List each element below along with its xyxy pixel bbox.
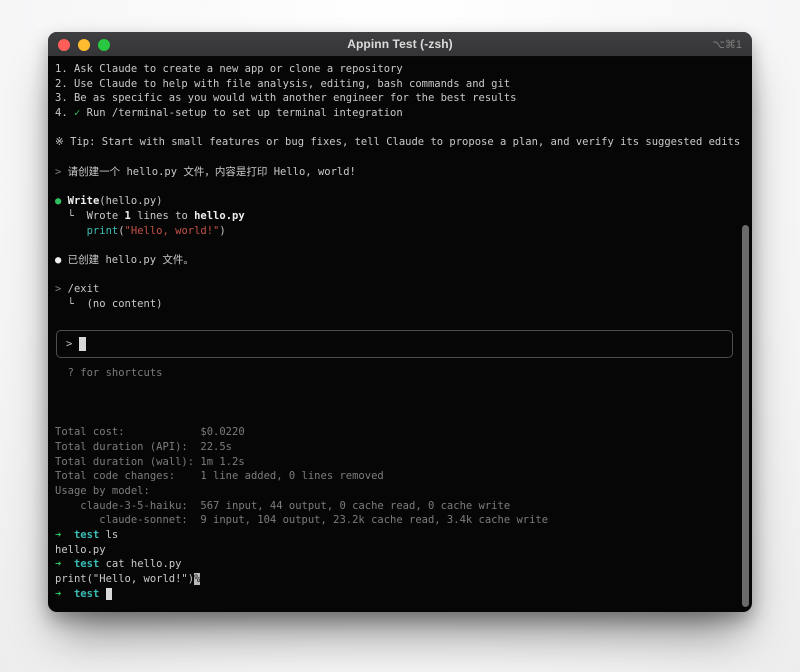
onboarding-step-2: 2. Use Claude to help with file analysis… xyxy=(55,77,745,92)
command-result-line: └ (no content) xyxy=(55,297,745,312)
shortcuts-hint-line: ? for shortcuts xyxy=(55,366,745,381)
stats-code-changes: Total code changes: 1 line added, 0 line… xyxy=(55,469,745,484)
blank-line xyxy=(55,312,745,327)
input-prompt-char: > xyxy=(66,337,79,352)
prompt-input-box[interactable]: > xyxy=(56,330,733,358)
terminal-text-segment: /exit xyxy=(68,283,100,295)
stats-usage-haiku: claude-3-5-haiku: 567 input, 44 output, … xyxy=(55,499,745,514)
text-cursor xyxy=(106,588,112,600)
onboarding-step-4: 4. ✓ Run /terminal-setup to set up termi… xyxy=(55,106,745,121)
terminal-text-segment: (hello.py) xyxy=(99,195,162,207)
window-title: Appinn Test (-zsh) xyxy=(347,37,453,51)
terminal-window: Appinn Test (-zsh) ⌥⌘1 1. Ask Claude to … xyxy=(48,32,752,612)
terminal-text-segment: Usage by model: xyxy=(55,485,150,497)
tool-call-line: ● Write(hello.py) xyxy=(55,194,745,209)
onboarding-step-3: 3. Be as specific as you would with anot… xyxy=(55,91,745,106)
terminal-text-segment xyxy=(99,588,105,600)
terminal-text-segment: claude-sonnet: 9 input, 104 output, 23.2… xyxy=(55,514,548,526)
traffic-lights xyxy=(58,32,110,57)
terminal-text-segment: % xyxy=(194,573,200,585)
terminal-screen[interactable]: 1. Ask Claude to create a new app or clo… xyxy=(48,57,752,612)
terminal-text-segment: print("Hello, world!") xyxy=(55,573,194,585)
blank-line xyxy=(55,121,745,136)
blank-line xyxy=(55,410,745,425)
terminal-text-segment: Total duration (wall): 1m 1.2s xyxy=(55,456,245,468)
tool-result-line: └ Wrote 1 lines to hello.py xyxy=(55,209,745,224)
terminal-text-segment: > xyxy=(55,283,68,295)
stats-usage-header: Usage by model: xyxy=(55,484,745,499)
stats-duration-api: Total duration (API): 22.5s xyxy=(55,440,745,455)
terminal-text-segment: ● xyxy=(55,254,68,266)
blank-line xyxy=(55,381,745,396)
shell-prompt-current: ➜ test xyxy=(55,587,745,602)
user-command-line: > /exit xyxy=(55,282,745,297)
blank-line xyxy=(55,238,745,253)
blank-line xyxy=(55,150,745,165)
terminal-text-segment: hello.py xyxy=(55,544,106,556)
terminal-text-segment: Total code changes: 1 line added, 0 line… xyxy=(55,470,384,482)
terminal-text-segment: test xyxy=(74,529,99,541)
terminal-text-segment: "Hello, world!" xyxy=(125,225,220,237)
stats-duration-wall: Total duration (wall): 1m 1.2s xyxy=(55,455,745,470)
terminal-text-segment: 请创建一个 hello.py 文件，内容是打印 Hello, world! xyxy=(68,166,356,178)
terminal-text-segment: > xyxy=(55,166,68,178)
shell-prompt-ls: ➜ test ls xyxy=(55,528,745,543)
terminal-text-segment: 1. Ask Claude to create a new app or clo… xyxy=(55,63,403,75)
terminal-text-segment: lines to xyxy=(131,210,194,222)
terminal-text-segment: ※ Tip: Start with small features or bug … xyxy=(55,136,740,148)
zoom-button[interactable] xyxy=(98,39,110,51)
shell-output-cat: print("Hello, world!")% xyxy=(55,572,745,587)
terminal-text-segment: ) xyxy=(219,225,225,237)
terminal-text-segment: └ (no content) xyxy=(55,298,162,310)
blank-line xyxy=(55,268,745,283)
blank-line xyxy=(55,396,745,411)
terminal-text-segment: print xyxy=(87,225,119,237)
terminal-text-segment: 4. xyxy=(55,107,74,119)
text-cursor xyxy=(79,337,86,351)
terminal-text-segment: 已创建 hello.py 文件。 xyxy=(68,254,194,266)
scrollbar-thumb[interactable] xyxy=(742,225,749,607)
terminal-text-segment: Total cost: $0.0220 xyxy=(55,426,245,438)
shell-output-ls: hello.py xyxy=(55,543,745,558)
terminal-text-segment: test xyxy=(74,588,99,600)
desktop-background: Appinn Test (-zsh) ⌥⌘1 1. Ask Claude to … xyxy=(0,0,800,672)
terminal-text-segment: test xyxy=(74,558,99,570)
minimize-button[interactable] xyxy=(78,39,90,51)
onboarding-step-1: 1. Ask Claude to create a new app or clo… xyxy=(55,62,745,77)
terminal-text-segment: cat hello.py xyxy=(99,558,181,570)
terminal-text-segment: ● xyxy=(55,195,68,207)
terminal-text-segment xyxy=(61,588,74,600)
terminal-text-segment: 2. Use Claude to help with file analysis… xyxy=(55,78,510,90)
terminal-text-segment: Total duration (API): 22.5s xyxy=(55,441,232,453)
assistant-message-line: ● 已创建 hello.py 文件。 xyxy=(55,253,745,268)
terminal-text-segment: ls xyxy=(99,529,118,541)
stats-total-cost: Total cost: $0.0220 xyxy=(55,425,745,440)
terminal-text-segment: claude-3-5-haiku: 567 input, 44 output, … xyxy=(55,500,510,512)
blank-line xyxy=(55,180,745,195)
terminal-text-segment: └ Wrote xyxy=(55,210,125,222)
terminal-text-segment xyxy=(61,558,74,570)
terminal-text-segment xyxy=(61,529,74,541)
tip-line: ※ Tip: Start with small features or bug … xyxy=(55,135,745,150)
user-prompt-line: > 请创建一个 hello.py 文件，内容是打印 Hello, world! xyxy=(55,165,745,180)
stats-usage-sonnet: claude-sonnet: 9 input, 104 output, 23.2… xyxy=(55,513,745,528)
terminal-text-segment xyxy=(55,225,87,237)
close-button[interactable] xyxy=(58,39,70,51)
terminal-text-segment: Run /terminal-setup to set up terminal i… xyxy=(80,107,402,119)
tool-code-line: print("Hello, world!") xyxy=(55,224,745,239)
shell-prompt-cat: ➜ test cat hello.py xyxy=(55,557,745,572)
window-titlebar[interactable]: Appinn Test (-zsh) ⌥⌘1 xyxy=(48,32,752,57)
tab-shortcut-badge: ⌥⌘1 xyxy=(712,32,742,57)
terminal-text-segment: ? for shortcuts xyxy=(55,367,162,379)
terminal-text-segment: hello.py xyxy=(194,210,245,222)
terminal-text-segment: Write xyxy=(68,195,100,207)
terminal-text-segment: 3. Be as specific as you would with anot… xyxy=(55,92,516,104)
